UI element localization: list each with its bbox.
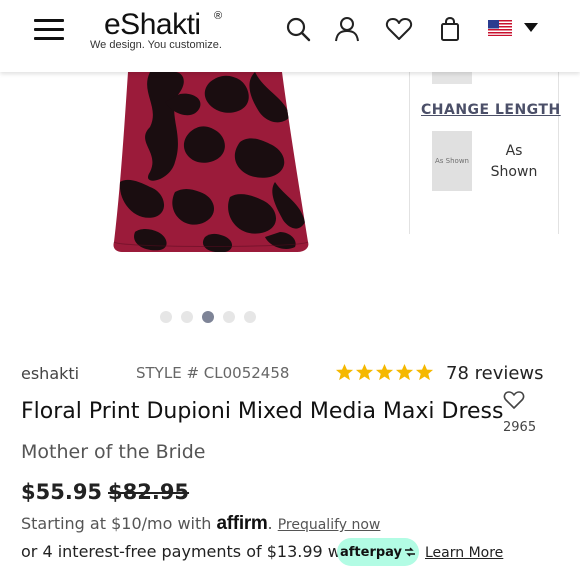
star-icon [395,363,414,381]
carousel-dot-4[interactable] [223,311,235,323]
carousel-dot-3[interactable] [202,311,214,323]
carousel-dot-2[interactable] [181,311,193,323]
brand-name: eshakti [21,364,80,383]
product-image-carousel[interactable] [0,72,410,332]
country-selector[interactable] [488,20,540,38]
site-header: eShakti ® We design. You customize. [0,0,580,72]
registered-mark: ® [214,10,223,22]
previous-option-swatch[interactable] [432,72,472,84]
afterpay-arrows-icon [405,547,416,557]
bag-icon[interactable] [436,15,464,43]
afterpay-badge[interactable]: afterpay [337,538,419,566]
prequalify-link[interactable]: Prequalify now [278,517,381,533]
original-price: $82.95 [108,480,190,504]
account-icon[interactable] [333,15,361,43]
reviews-link[interactable]: 78 reviews [446,363,544,384]
star-icon [375,363,394,381]
learn-more-link[interactable]: Learn More [425,545,503,561]
carousel-dot-5[interactable] [244,311,256,323]
star-icon [415,363,434,381]
logo-name: eShakti [104,8,201,41]
category-link[interactable]: Mother of the Bride [21,441,206,463]
length-option-as-shown[interactable]: As Shown As Shown [432,131,544,191]
affirm-financing: Starting at $10/mo with affirm. Prequali… [21,513,381,534]
length-option-label: As Shown [490,143,538,180]
affirm-logo: affirm [216,513,268,534]
carousel-dots [160,311,256,323]
favorite-count: 2965 [503,420,537,435]
change-length-link[interactable]: CHANGE LENGTH [421,102,561,118]
product-title: Floral Print Dupioni Mixed Media Maxi Dr… [21,399,504,424]
star-icon [355,363,374,381]
length-swatch: As Shown [432,131,472,191]
afterpay-logo: afterpay [339,544,403,560]
affirm-text: Starting at $10/mo with [21,514,212,533]
rating-stars[interactable] [335,363,434,383]
us-flag-icon [488,20,512,36]
chevron-down-icon [524,23,538,32]
heart-icon[interactable] [503,390,525,410]
style-number: STYLE # CL0052458 [136,364,290,382]
carousel-dot-1[interactable] [160,311,172,323]
afterpay-text: or 4 interest-free payments of $13.99 wi… [21,542,362,561]
search-icon[interactable] [284,15,312,43]
star-icon [335,363,354,381]
hamburger-icon[interactable] [34,19,64,41]
sale-price: $55.95 [21,480,103,504]
logo-tagline: We design. You customize. [90,39,222,51]
product-image [113,72,309,252]
wishlist-icon[interactable] [385,15,413,43]
